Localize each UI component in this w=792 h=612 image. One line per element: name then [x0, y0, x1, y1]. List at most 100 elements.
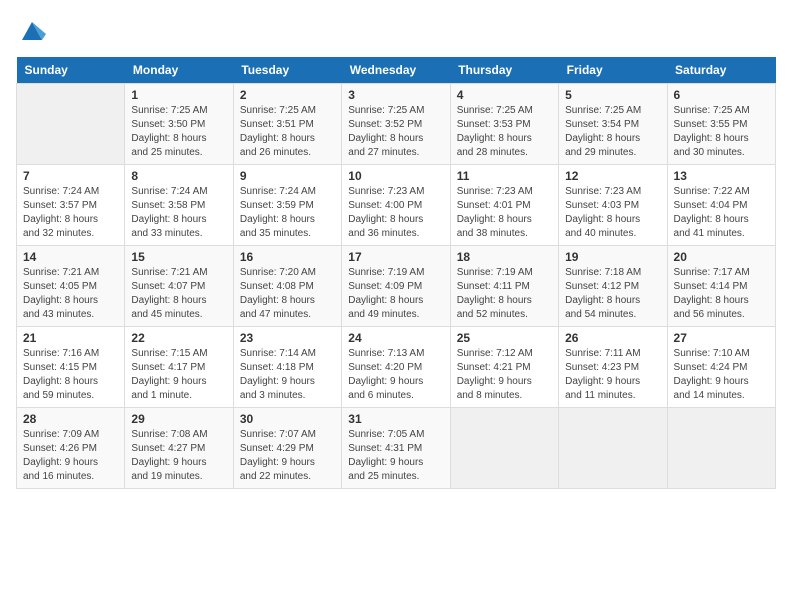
logo — [16, 16, 46, 49]
day-info: Sunrise: 7:24 AM Sunset: 3:59 PM Dayligh… — [240, 185, 335, 241]
day-info: Sunrise: 7:25 AM Sunset: 3:55 PM Dayligh… — [674, 104, 769, 160]
calendar-cell: 2 Sunrise: 7:25 AM Sunset: 3:51 PM Daylig… — [233, 84, 341, 165]
day-number: 17 — [348, 250, 443, 264]
calendar-cell: 25 Sunrise: 7:12 AM Sunset: 4:21 PM Dayli… — [450, 327, 558, 408]
day-info: Sunrise: 7:25 AM Sunset: 3:53 PM Dayligh… — [457, 104, 552, 160]
day-number: 11 — [457, 169, 552, 183]
day-number: 4 — [457, 88, 552, 102]
calendar-week-row: 28Sunrise: 7:09 AM Sunset: 4:26 PM Dayli… — [17, 408, 776, 489]
day-number: 20 — [674, 250, 769, 264]
day-number: 5 — [565, 88, 660, 102]
day-info: Sunrise: 7:10 AM Sunset: 4:24 PM Dayligh… — [674, 347, 769, 403]
day-info: Sunrise: 7:07 AM Sunset: 4:29 PM Dayligh… — [240, 428, 335, 484]
calendar-cell: 18 Sunrise: 7:19 AM Sunset: 4:11 PM Dayli… — [450, 246, 558, 327]
day-info: Sunrise: 7:23 AM Sunset: 4:01 PM Dayligh… — [457, 185, 552, 241]
day-info: Sunrise: 7:25 AM Sunset: 3:51 PM Dayligh… — [240, 104, 335, 160]
calendar-cell: 11 Sunrise: 7:23 AM Sunset: 4:01 PM Dayli… — [450, 165, 558, 246]
logo-text — [16, 16, 46, 49]
calendar-cell: 14 Sunrise: 7:21 AM Sunset: 4:05 PM Dayli… — [17, 246, 125, 327]
day-info: Sunrise: 7:14 AM Sunset: 4:18 PM Dayligh… — [240, 347, 335, 403]
logo-triangle-icon — [18, 16, 46, 44]
weekday-header-tuesday: Tuesday — [233, 57, 341, 84]
day-number: 7 — [23, 169, 118, 183]
day-number: 26 — [565, 331, 660, 345]
day-info: Sunrise: 7:25 AM Sunset: 3:52 PM Dayligh… — [348, 104, 443, 160]
weekday-header-row: SundayMondayTuesdayWednesdayThursdayFrid… — [17, 57, 776, 84]
calendar-cell: 15 Sunrise: 7:21 AM Sunset: 4:07 PM Dayli… — [125, 246, 233, 327]
calendar-cell: 29 Sunrise: 7:08 AM Sunset: 4:27 PM Dayli… — [125, 408, 233, 489]
weekday-header-friday: Friday — [559, 57, 667, 84]
calendar-table: SundayMondayTuesdayWednesdayThursdayFrid… — [16, 57, 776, 489]
calendar-cell: 9 Sunrise: 7:24 AM Sunset: 3:59 PM Daylig… — [233, 165, 341, 246]
day-number: 10 — [348, 169, 443, 183]
calendar-cell: 12Sunrise: 7:23 AM Sunset: 4:03 PM Dayli… — [559, 165, 667, 246]
day-number: 13 — [674, 169, 769, 183]
day-info: Sunrise: 7:25 AM Sunset: 3:54 PM Dayligh… — [565, 104, 660, 160]
day-number: 23 — [240, 331, 335, 345]
weekday-header-thursday: Thursday — [450, 57, 558, 84]
calendar-cell: 13 Sunrise: 7:22 AM Sunset: 4:04 PM Dayli… — [667, 165, 775, 246]
day-info: Sunrise: 7:16 AM Sunset: 4:15 PM Dayligh… — [23, 347, 118, 403]
day-number: 3 — [348, 88, 443, 102]
day-number: 16 — [240, 250, 335, 264]
calendar-cell: 26Sunrise: 7:11 AM Sunset: 4:23 PM Dayli… — [559, 327, 667, 408]
day-info: Sunrise: 7:23 AM Sunset: 4:00 PM Dayligh… — [348, 185, 443, 241]
calendar-week-row: 7 Sunrise: 7:24 AM Sunset: 3:57 PM Daylig… — [17, 165, 776, 246]
calendar-cell: 21 Sunrise: 7:16 AM Sunset: 4:15 PM Dayli… — [17, 327, 125, 408]
day-info: Sunrise: 7:22 AM Sunset: 4:04 PM Dayligh… — [674, 185, 769, 241]
day-info: Sunrise: 7:25 AM Sunset: 3:50 PM Dayligh… — [131, 104, 226, 160]
day-number: 24 — [348, 331, 443, 345]
day-number: 29 — [131, 412, 226, 426]
page-header — [16, 16, 776, 49]
calendar-cell — [559, 408, 667, 489]
day-number: 30 — [240, 412, 335, 426]
calendar-cell — [450, 408, 558, 489]
weekday-header-sunday: Sunday — [17, 57, 125, 84]
day-info: Sunrise: 7:19 AM Sunset: 4:11 PM Dayligh… — [457, 266, 552, 322]
calendar-week-row: 14 Sunrise: 7:21 AM Sunset: 4:05 PM Dayli… — [17, 246, 776, 327]
day-number: 1 — [131, 88, 226, 102]
day-number: 9 — [240, 169, 335, 183]
day-number: 15 — [131, 250, 226, 264]
day-number: 14 — [23, 250, 118, 264]
day-number: 27 — [674, 331, 769, 345]
day-info: Sunrise: 7:05 AM Sunset: 4:31 PM Dayligh… — [348, 428, 443, 484]
day-number: 2 — [240, 88, 335, 102]
calendar-cell: 3 Sunrise: 7:25 AM Sunset: 3:52 PM Daylig… — [342, 84, 450, 165]
calendar-week-row: 21 Sunrise: 7:16 AM Sunset: 4:15 PM Dayli… — [17, 327, 776, 408]
day-info: Sunrise: 7:24 AM Sunset: 3:57 PM Dayligh… — [23, 185, 118, 241]
calendar-cell: 20 Sunrise: 7:17 AM Sunset: 4:14 PM Dayli… — [667, 246, 775, 327]
calendar-cell: 1 Sunrise: 7:25 AM Sunset: 3:50 PM Daylig… — [125, 84, 233, 165]
calendar-cell: 7 Sunrise: 7:24 AM Sunset: 3:57 PM Daylig… — [17, 165, 125, 246]
calendar-cell: 28Sunrise: 7:09 AM Sunset: 4:26 PM Dayli… — [17, 408, 125, 489]
weekday-header-wednesday: Wednesday — [342, 57, 450, 84]
day-info: Sunrise: 7:21 AM Sunset: 4:07 PM Dayligh… — [131, 266, 226, 322]
day-info: Sunrise: 7:21 AM Sunset: 4:05 PM Dayligh… — [23, 266, 118, 322]
calendar-cell: 4 Sunrise: 7:25 AM Sunset: 3:53 PM Daylig… — [450, 84, 558, 165]
day-number: 6 — [674, 88, 769, 102]
day-number: 21 — [23, 331, 118, 345]
calendar-cell — [667, 408, 775, 489]
calendar-cell: 6 Sunrise: 7:25 AM Sunset: 3:55 PM Daylig… — [667, 84, 775, 165]
day-info: Sunrise: 7:08 AM Sunset: 4:27 PM Dayligh… — [131, 428, 226, 484]
day-number: 18 — [457, 250, 552, 264]
day-number: 22 — [131, 331, 226, 345]
day-number: 12 — [565, 169, 660, 183]
calendar-cell: 8Sunrise: 7:24 AM Sunset: 3:58 PM Daylig… — [125, 165, 233, 246]
calendar-cell: 22 Sunrise: 7:15 AM Sunset: 4:17 PM Dayli… — [125, 327, 233, 408]
day-number: 28 — [23, 412, 118, 426]
calendar-cell: 23 Sunrise: 7:14 AM Sunset: 4:18 PM Dayli… — [233, 327, 341, 408]
calendar-cell: 27 Sunrise: 7:10 AM Sunset: 4:24 PM Dayli… — [667, 327, 775, 408]
calendar-cell: 24Sunrise: 7:13 AM Sunset: 4:20 PM Dayli… — [342, 327, 450, 408]
day-info: Sunrise: 7:15 AM Sunset: 4:17 PM Dayligh… — [131, 347, 226, 403]
calendar-cell: 16Sunrise: 7:20 AM Sunset: 4:08 PM Dayli… — [233, 246, 341, 327]
calendar-cell — [17, 84, 125, 165]
day-number: 25 — [457, 331, 552, 345]
day-number: 8 — [131, 169, 226, 183]
day-info: Sunrise: 7:17 AM Sunset: 4:14 PM Dayligh… — [674, 266, 769, 322]
calendar-cell: 31Sunrise: 7:05 AM Sunset: 4:31 PM Dayli… — [342, 408, 450, 489]
weekday-header-saturday: Saturday — [667, 57, 775, 84]
calendar-week-row: 1 Sunrise: 7:25 AM Sunset: 3:50 PM Daylig… — [17, 84, 776, 165]
calendar-cell: 19Sunrise: 7:18 AM Sunset: 4:12 PM Dayli… — [559, 246, 667, 327]
day-info: Sunrise: 7:12 AM Sunset: 4:21 PM Dayligh… — [457, 347, 552, 403]
